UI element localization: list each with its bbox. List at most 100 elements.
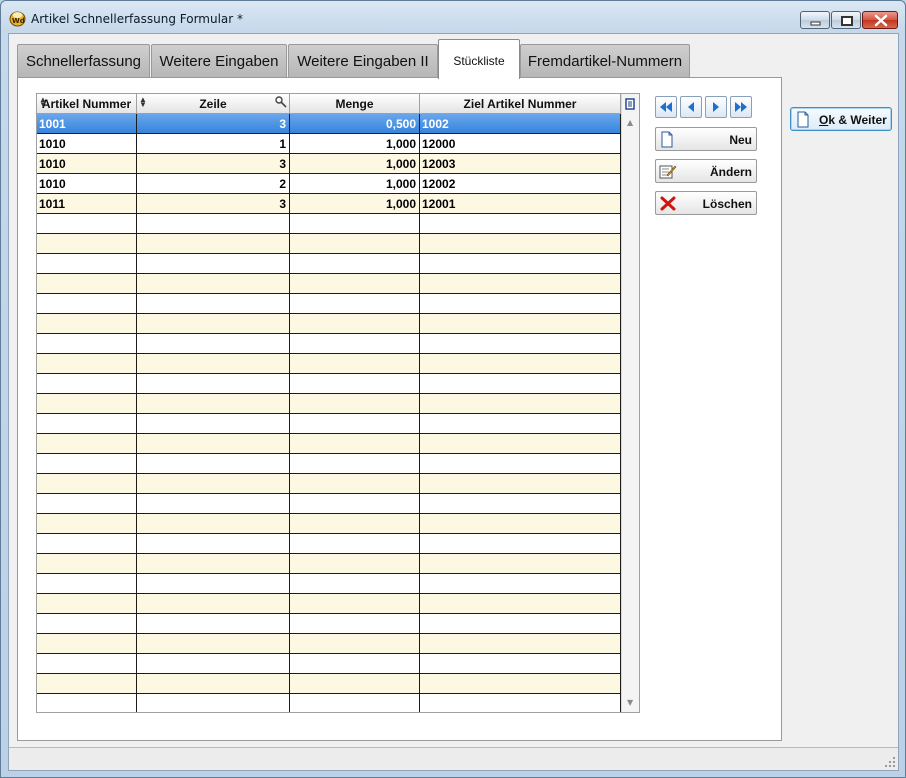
empty-table-row[interactable] — [37, 354, 621, 374]
table-row[interactable]: 1010 2 1,000 12002 — [37, 174, 621, 194]
table-cell — [37, 694, 137, 712]
tab-schnellerfassung[interactable]: Schnellerfassung — [17, 44, 150, 78]
empty-table-row[interactable] — [37, 454, 621, 474]
empty-table-row[interactable] — [37, 514, 621, 534]
empty-table-row[interactable] — [37, 614, 621, 634]
table-cell — [290, 434, 420, 453]
col-header-artikel-nummer[interactable]: ▲ ▼ Artikel Nummer ▲ ▼ — [37, 94, 147, 114]
table-cell — [137, 214, 290, 233]
col-header-ziel-artikel-nummer[interactable]: Ziel Artikel Nummer — [420, 94, 621, 114]
close-button[interactable] — [862, 11, 898, 29]
next-record-button[interactable] — [705, 96, 727, 118]
empty-table-row[interactable] — [37, 254, 621, 274]
empty-table-row[interactable] — [37, 414, 621, 434]
app-window: Wd Artikel Schnellerfassung Formular * S… — [0, 0, 906, 778]
table-cell — [420, 254, 621, 273]
table-cell — [137, 514, 290, 533]
table-cell — [290, 254, 420, 273]
ok-weiter-button[interactable]: Ok & Weiter — [790, 107, 892, 131]
table-cell: 1001 — [37, 114, 137, 133]
table-cell — [290, 294, 420, 313]
table-cell — [37, 334, 137, 353]
col-header-label: Menge — [335, 97, 374, 111]
empty-table-row[interactable] — [37, 214, 621, 234]
vertical-scrollbar[interactable]: ▲ ▼ — [621, 94, 639, 712]
table-cell — [290, 374, 420, 393]
table-cell — [37, 654, 137, 673]
scroll-down-icon[interactable]: ▼ — [627, 698, 633, 707]
empty-table-row[interactable] — [37, 334, 621, 354]
table-row[interactable]: 1011 3 1,000 12001 — [37, 194, 621, 214]
tab-weitere-eingaben-ii[interactable]: Weitere Eingaben II — [288, 44, 438, 78]
table-cell — [37, 574, 137, 593]
empty-table-row[interactable] — [37, 674, 621, 694]
empty-table-row[interactable] — [37, 574, 621, 594]
table-cell — [37, 434, 137, 453]
tab-label: Schnellerfassung — [25, 53, 142, 70]
new-button[interactable]: Neu — [655, 127, 757, 151]
empty-table-row[interactable] — [37, 374, 621, 394]
table-cell — [420, 294, 621, 313]
table-row[interactable]: 1010 3 1,000 12003 — [37, 154, 621, 174]
empty-table-row[interactable] — [37, 394, 621, 414]
empty-table-row[interactable] — [37, 654, 621, 674]
table-cell — [420, 414, 621, 433]
table-cell — [37, 514, 137, 533]
empty-table-row[interactable] — [37, 234, 621, 254]
empty-table-row[interactable] — [37, 594, 621, 614]
table-cell: 1010 — [37, 154, 137, 173]
title-bar[interactable]: Wd Artikel Schnellerfassung Formular * — [1, 1, 905, 33]
empty-table-row[interactable] — [37, 554, 621, 574]
table-cell — [137, 674, 290, 693]
sort-icon: ▲ ▼ — [39, 95, 47, 109]
table-cell — [290, 394, 420, 413]
table-cell — [137, 234, 290, 253]
table-cell: 3 — [137, 154, 290, 173]
col-header-zeile[interactable]: Zeile — [137, 94, 290, 114]
tab-weitere-eingaben[interactable]: Weitere Eingaben — [151, 44, 287, 78]
bom-grid: ▲ ▼ Artikel Nummer ▲ ▼ Zeile Menge Ziel … — [36, 93, 640, 713]
table-cell — [420, 334, 621, 353]
table-cell: 1,000 — [290, 134, 420, 153]
table-cell — [420, 454, 621, 473]
svg-text:Wd: Wd — [12, 17, 25, 25]
empty-table-row[interactable] — [37, 634, 621, 654]
empty-table-row[interactable] — [37, 314, 621, 334]
empty-table-row[interactable] — [37, 274, 621, 294]
table-row[interactable]: 1010 1 1,000 12000 — [37, 134, 621, 154]
empty-table-row[interactable] — [37, 694, 621, 712]
table-cell — [290, 574, 420, 593]
empty-table-row[interactable] — [37, 294, 621, 314]
empty-table-row[interactable] — [37, 434, 621, 454]
empty-table-row[interactable] — [37, 534, 621, 554]
table-cell — [37, 594, 137, 613]
last-record-button[interactable] — [730, 96, 752, 118]
table-cell: 1010 — [37, 174, 137, 193]
ok-label-rest: k & Weiter — [828, 113, 887, 127]
restore-button[interactable] — [831, 11, 861, 29]
table-cell — [420, 474, 621, 493]
table-cell — [420, 214, 621, 233]
first-record-button[interactable] — [655, 96, 677, 118]
resize-grip-icon[interactable] — [884, 756, 896, 768]
tab-stueckliste[interactable]: Stückliste — [438, 39, 520, 79]
minimize-button[interactable] — [800, 11, 830, 29]
delete-button[interactable]: Löschen — [655, 191, 757, 215]
table-cell — [290, 694, 420, 712]
edit-button[interactable]: Ändern — [655, 159, 757, 183]
tab-fremdartikel-nummern[interactable]: Fremdartikel-Nummern — [520, 44, 690, 78]
table-cell: 0,500 — [290, 114, 420, 133]
table-cell: 12001 — [420, 194, 621, 213]
col-header-menge[interactable]: Menge — [290, 94, 420, 114]
table-cell — [290, 414, 420, 433]
previous-record-button[interactable] — [680, 96, 702, 118]
table-cell — [420, 314, 621, 333]
table-row[interactable]: 1001 3 0,500 1002 — [37, 114, 621, 134]
table-cell — [137, 394, 290, 413]
table-cell — [137, 574, 290, 593]
column-config-icon[interactable] — [624, 96, 637, 115]
table-cell — [420, 494, 621, 513]
empty-table-row[interactable] — [37, 474, 621, 494]
empty-table-row[interactable] — [37, 494, 621, 514]
scroll-up-icon[interactable]: ▲ — [627, 118, 633, 127]
